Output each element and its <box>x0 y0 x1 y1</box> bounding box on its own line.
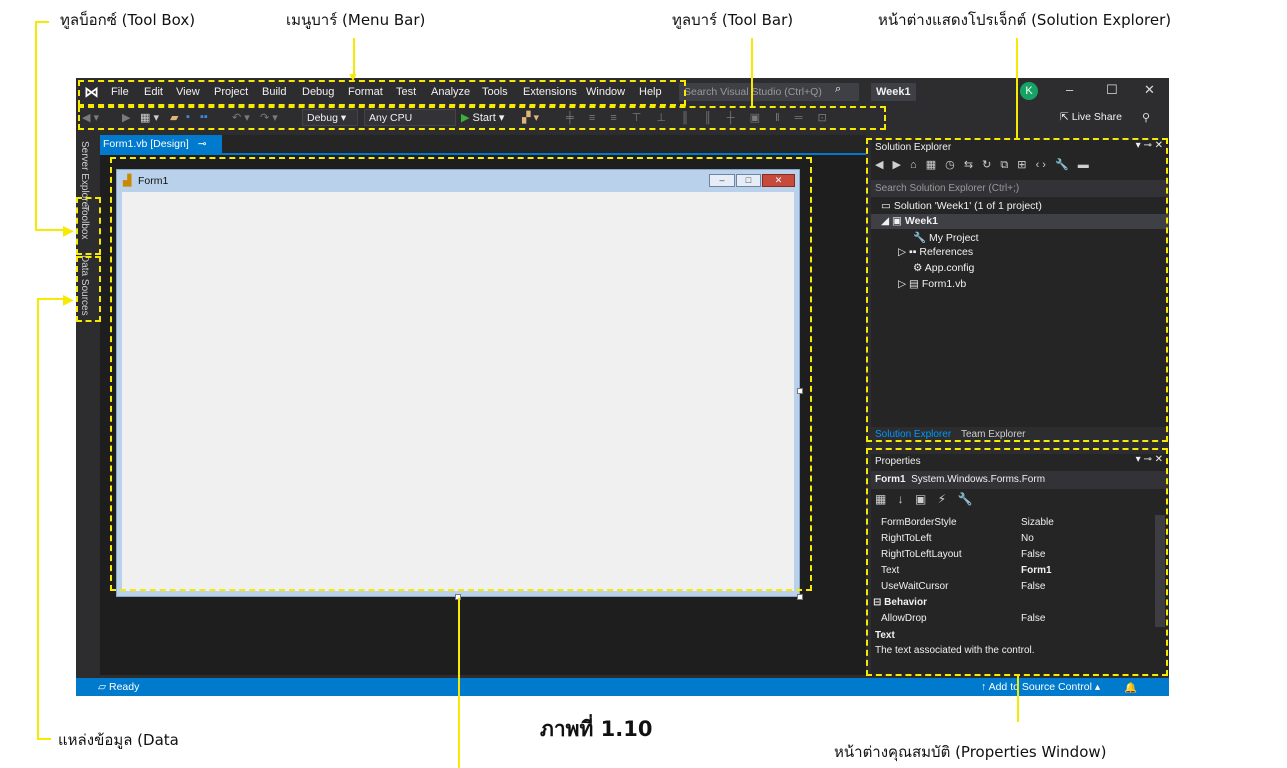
leader-line <box>1016 38 1018 138</box>
tab-form1-design[interactable]: Form1.vb [Design] ⊸ ✕ <box>100 135 222 168</box>
leader-line <box>751 38 753 108</box>
annotation-properties-window: หน้าต่างคุณสมบัติ (Properties Window) <box>834 743 1107 761</box>
properties-highlight <box>866 448 1168 676</box>
feedback-icon[interactable]: ⚲ <box>1142 111 1150 124</box>
avatar[interactable]: K <box>1020 82 1038 100</box>
annotation-data-sources: แหล่งข้อมูล (Data <box>58 731 179 749</box>
leader-line <box>458 598 460 768</box>
leader-line <box>37 298 65 300</box>
search-visual-studio-input[interactable]: Search Visual Studio (Ctrl+Q) <box>679 83 859 101</box>
annotation-toolbar: ทูลบาร์ (Tool Bar) <box>672 11 794 29</box>
annotation-menubar: เมนูบาร์ (Menu Bar) <box>286 11 426 29</box>
leader-line <box>37 298 39 740</box>
figure-caption: ภาพที่ 1.10 <box>540 717 653 741</box>
annotation-toolbox: ทูลบ็อกซ์ (Tool Box) <box>60 11 196 29</box>
pin-icon[interactable]: ⊸ <box>198 138 207 150</box>
arrow-icon: ▶ <box>63 222 74 238</box>
maximize-icon[interactable]: ☐ <box>1106 82 1118 98</box>
live-share-button[interactable]: ⇱ Live Share <box>1060 111 1122 123</box>
form-designer-highlight <box>110 157 812 591</box>
window-icon: ▱ <box>98 681 107 693</box>
arrow-icon: ▼ <box>347 70 359 84</box>
resize-handle-corner[interactable] <box>797 594 803 600</box>
leader-line <box>35 229 65 231</box>
leader-line <box>37 738 51 740</box>
arrow-icon: ▶ <box>63 291 74 307</box>
status-ready: ▱ Ready <box>98 681 140 693</box>
project-name-badge: Week1 <box>871 83 916 101</box>
leader-line <box>35 21 49 23</box>
annotation-solution-explorer: หน้าต่างแสดงโปรเจ็กต์ (Solution Explorer… <box>878 11 1172 29</box>
share-icon: ⇱ <box>1060 111 1069 123</box>
leader-line <box>1017 676 1019 722</box>
notifications-icon[interactable]: 🔔 <box>1124 681 1137 694</box>
leader-line <box>35 21 37 231</box>
toolbar-highlight <box>78 106 886 130</box>
status-bar: ▱ Ready ↑ Add to Source Control ▴ 🔔 <box>76 678 1169 696</box>
add-to-source-control-button[interactable]: ↑ Add to Source Control ▴ <box>981 681 1100 693</box>
solution-explorer-highlight <box>866 138 1168 442</box>
minimize-icon[interactable]: – <box>1066 82 1073 97</box>
toolbox-highlight <box>76 197 101 255</box>
search-icon[interactable]: ⌕ <box>835 83 841 96</box>
data-sources-highlight <box>76 256 101 322</box>
close-icon[interactable]: ✕ <box>1144 82 1155 98</box>
menubar-highlight <box>78 80 686 106</box>
